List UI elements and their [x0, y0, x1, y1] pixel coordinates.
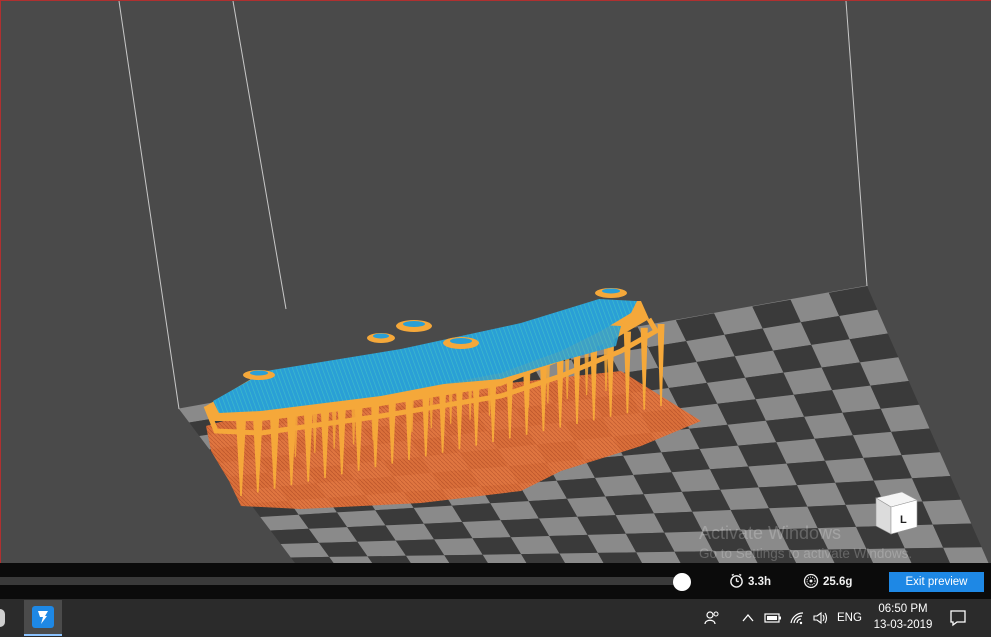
language-indicator[interactable]: ENG: [837, 609, 862, 627]
start-button-edge[interactable]: [0, 609, 5, 627]
scene-canvas: L: [118, 1, 989, 563]
print-time-value: 3.3h: [748, 576, 772, 588]
watermark-title: Activate Windows: [699, 523, 842, 543]
filament-weight-value: 25.6g: [823, 576, 853, 588]
clock-time: 06:50 PM: [878, 603, 928, 615]
clock-icon: [729, 573, 744, 591]
windows-taskbar: ENG 06:50 PM 13-03-2019: [0, 599, 991, 637]
layer-slider-thumb[interactable]: [673, 573, 691, 591]
watermark-subtitle: Go to Settings to activate Windows.: [699, 546, 913, 561]
spool-icon: [803, 573, 819, 592]
3d-viewport[interactable]: L Activate Windows Go to Settings to act…: [0, 0, 991, 563]
people-icon[interactable]: [704, 609, 720, 627]
battery-icon[interactable]: [764, 609, 782, 627]
chevron-up-icon[interactable]: [741, 609, 755, 627]
clock-date: 13-03-2019: [873, 619, 933, 631]
layer-slider-track[interactable]: [0, 577, 682, 585]
exit-preview-button[interactable]: Exit preview: [889, 572, 984, 592]
preview-bar: 3.3h 25.6g Exit preview: [0, 563, 991, 599]
filament-weight: 25.6g: [803, 573, 852, 591]
slicer-app-icon: [32, 606, 54, 628]
taskbar-app-button[interactable]: [24, 600, 62, 636]
notification-icon[interactable]: [948, 608, 968, 633]
print-time: 3.3h: [729, 573, 771, 591]
volume-icon[interactable]: [812, 609, 828, 627]
activate-windows-watermark: Activate Windows Go to Settings to activ…: [699, 522, 912, 563]
wifi-icon[interactable]: [789, 609, 805, 627]
system-clock[interactable]: 06:50 PM 13-03-2019: [872, 601, 934, 633]
bed-tile: [943, 547, 989, 563]
